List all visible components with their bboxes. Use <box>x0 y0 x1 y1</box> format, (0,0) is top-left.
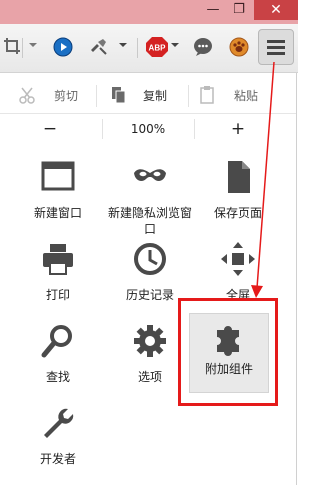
annotation-arrow <box>251 61 275 298</box>
